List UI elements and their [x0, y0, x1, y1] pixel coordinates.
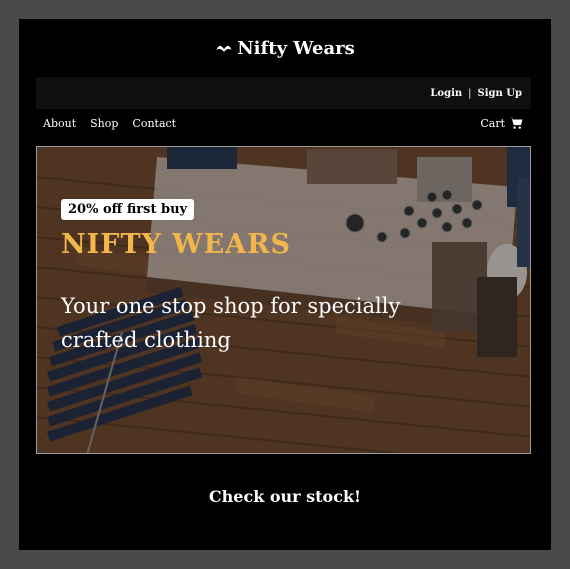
- hero-subtitle: Your one stop shop for specially crafted…: [61, 294, 401, 352]
- brand-name: Nifty Wears: [237, 37, 355, 59]
- check-stock-link[interactable]: Check our stock!: [19, 487, 551, 506]
- cart-label: Cart: [480, 116, 505, 130]
- shopping-cart-icon: [509, 117, 523, 129]
- nav-item-shop[interactable]: Shop: [90, 117, 118, 130]
- page-frame: Nifty Wears Login | Sign Up About Shop C…: [19, 19, 551, 550]
- nav-item-contact[interactable]: Contact: [132, 117, 176, 130]
- mustache-logo-icon: [216, 45, 232, 52]
- hero-banner: 20% off first buy NIFTY WEARS Your one s…: [36, 146, 531, 454]
- brand-header[interactable]: Nifty Wears: [19, 19, 551, 77]
- main-nav: About Shop Contact Cart: [36, 113, 531, 133]
- hero-title: NIFTY WEARS: [61, 229, 292, 260]
- discount-badge: 20% off first buy: [61, 199, 195, 220]
- account-bar: Login | Sign Up: [36, 77, 531, 109]
- login-link[interactable]: Login: [430, 88, 462, 99]
- account-separator: |: [468, 87, 472, 99]
- signup-link[interactable]: Sign Up: [478, 88, 522, 99]
- nav-item-about[interactable]: About: [43, 117, 76, 130]
- cart-link[interactable]: Cart: [480, 116, 523, 130]
